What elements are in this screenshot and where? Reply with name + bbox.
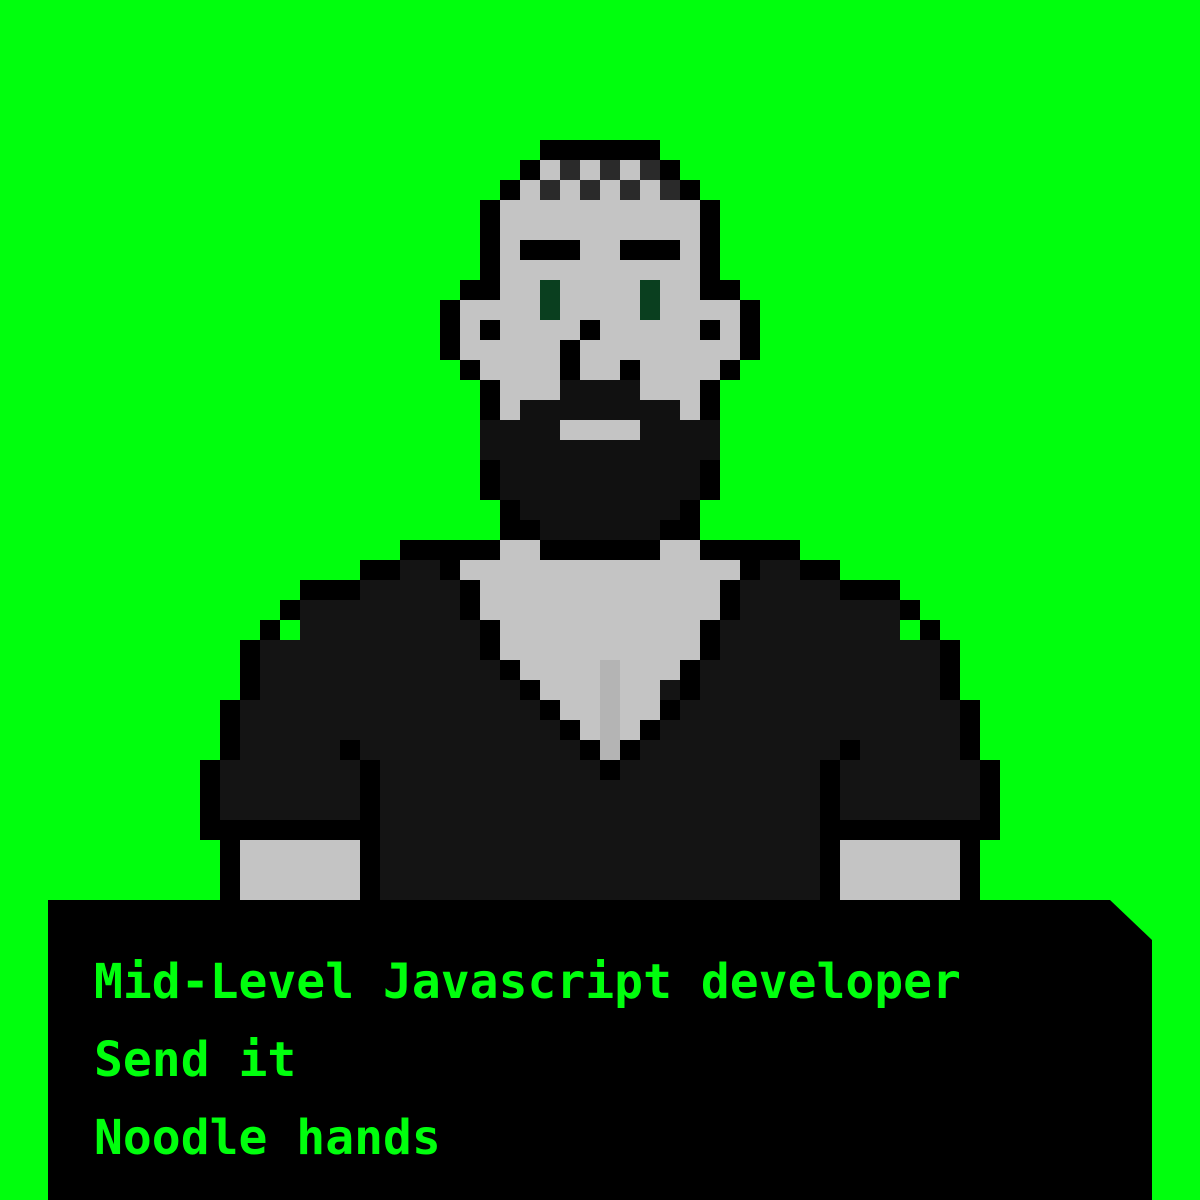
mouth	[560, 420, 640, 440]
traits-panel: Mid-Level Javascript developer Send it N…	[48, 900, 1152, 1200]
trait-motto: Send it	[94, 1032, 297, 1088]
chain-pendant	[600, 660, 620, 760]
nft-card: { "colors": { "background": "#00FF0D", "…	[0, 0, 1200, 1200]
trait-role: Mid-Level Javascript developer	[94, 954, 961, 1010]
trait-hands: Noodle hands	[94, 1110, 441, 1166]
